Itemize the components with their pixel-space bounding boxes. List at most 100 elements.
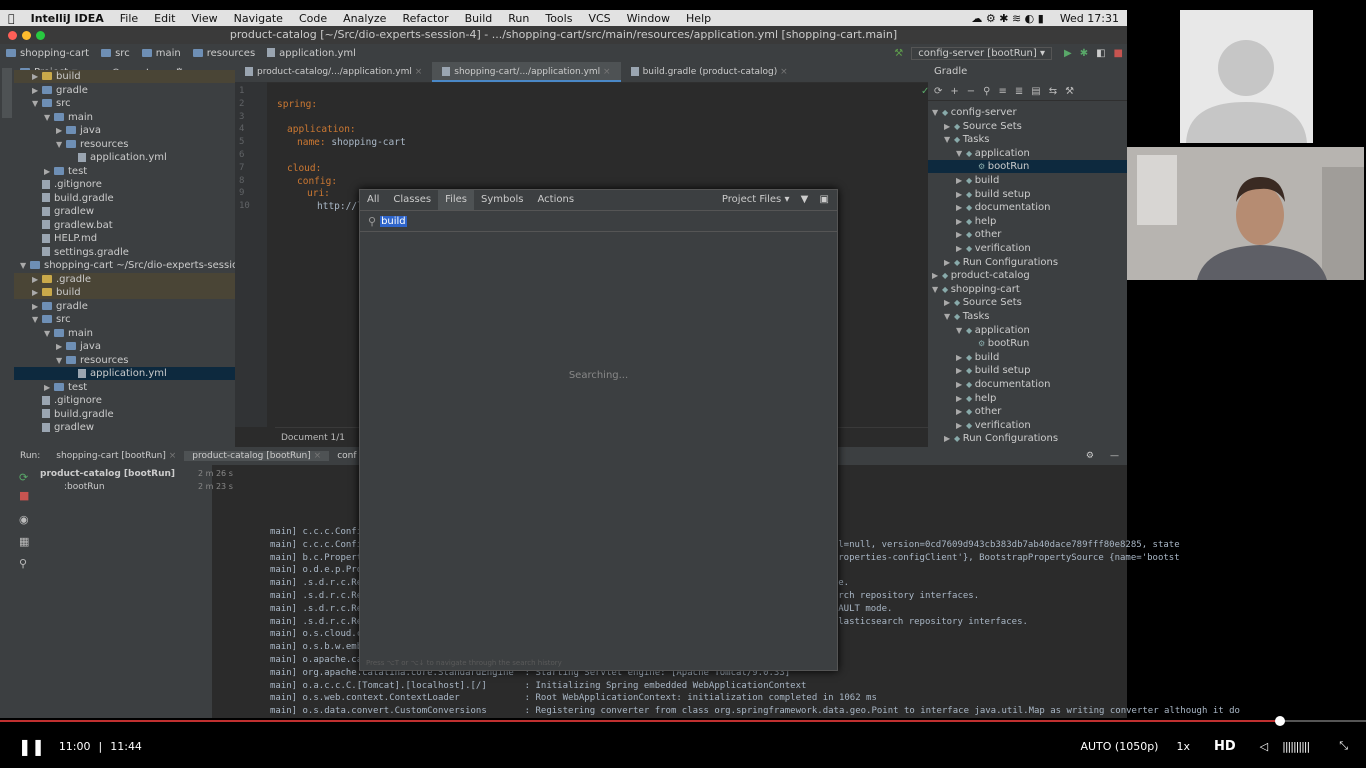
collapsed-arrow-icon[interactable]: ▶	[932, 269, 942, 282]
gradle-tree-item[interactable]: ⚙ bootRun	[928, 160, 1127, 174]
expanded-arrow-icon[interactable]: ▼	[944, 133, 954, 146]
collapsed-arrow-icon[interactable]: ▶	[956, 351, 966, 364]
collapsed-arrow-icon[interactable]: ▶	[32, 286, 42, 299]
menu-view[interactable]: View	[183, 12, 225, 25]
run-settings-gear-icon[interactable]: ⚙	[1078, 451, 1102, 461]
run-tree-item[interactable]: product-catalog [bootRun] 2 m 26 s	[40, 469, 233, 479]
search-tab-files[interactable]: Files	[438, 190, 475, 210]
collapsed-arrow-icon[interactable]: ▶	[956, 215, 966, 228]
add-icon[interactable]: +	[950, 86, 958, 97]
project-tree-item[interactable]: ▶ build	[14, 286, 235, 299]
run-pin-icon[interactable]: ⚲	[19, 557, 27, 570]
open-in-window-icon[interactable]: ▣	[820, 194, 829, 205]
collapsed-arrow-icon[interactable]: ▶	[944, 296, 954, 309]
expanded-arrow-icon[interactable]: ▼	[932, 106, 942, 119]
menu-code[interactable]: Code	[291, 12, 335, 25]
editor-tab[interactable]: product-catalog/.../application.yml ×	[235, 62, 432, 82]
collapsed-arrow-icon[interactable]: ▶	[956, 378, 966, 391]
breadcrumb-item[interactable]: src	[95, 48, 136, 59]
menu-help[interactable]: Help	[678, 12, 719, 25]
project-tool-button[interactable]	[2, 68, 12, 118]
collapsed-arrow-icon[interactable]: ▶	[956, 188, 966, 201]
collapsed-arrow-icon[interactable]: ▶	[944, 256, 954, 269]
menu-file[interactable]: File	[112, 12, 146, 25]
gradle-tree-item[interactable]: ▶ ◆ Source Sets	[928, 120, 1127, 133]
run-eye-icon[interactable]: ◉	[19, 513, 29, 526]
run-config-select[interactable]: config-server [bootRun] ▾	[911, 46, 1052, 60]
gradle-tree-item[interactable]: ▼ ◆ application	[928, 324, 1127, 337]
run-tab[interactable]: shopping-cart [bootRun] ×	[48, 451, 184, 461]
project-tree-item[interactable]: ▶ test	[14, 165, 235, 178]
collapsed-arrow-icon[interactable]: ▶	[32, 300, 42, 313]
project-tree-item[interactable]: ▶ java	[14, 340, 235, 353]
gradle-tree-item[interactable]: ▶ ◆ build setup	[928, 364, 1127, 377]
run-hide-icon[interactable]: —	[1102, 451, 1127, 461]
video-progress-bar[interactable]	[0, 716, 1366, 726]
close-tab-icon[interactable]: ×	[311, 451, 322, 461]
zoom-window-button[interactable]	[36, 31, 45, 40]
gradle-tree-item[interactable]: ▶ ◆ build	[928, 351, 1127, 364]
gradle-tree-item[interactable]: ▶ ◆ Run Configurations	[928, 256, 1127, 269]
close-window-button[interactable]	[8, 31, 17, 40]
gradle-tree-item[interactable]: ▼ ◆ application	[928, 147, 1127, 160]
project-tree-item[interactable]: .gitignore	[14, 394, 235, 407]
project-tree-item[interactable]: ▼ main	[14, 327, 235, 340]
gradle-tree-item[interactable]: ▼ ◆ config-server	[928, 106, 1127, 119]
menu-tools[interactable]: Tools	[537, 12, 580, 25]
collapsed-arrow-icon[interactable]: ▶	[956, 228, 966, 241]
app-menu[interactable]: IntelliJ IDEA	[23, 12, 112, 25]
project-tree-item[interactable]: gradlew	[14, 205, 235, 218]
minimize-window-button[interactable]	[22, 31, 31, 40]
rerun-icon[interactable]: ⟳	[19, 471, 28, 484]
expanded-arrow-icon[interactable]: ▼	[956, 147, 966, 160]
gradle-tree-item[interactable]: ▶ ◆ build	[928, 174, 1127, 187]
project-tree-item[interactable]: gradlew	[14, 421, 235, 434]
project-tree-item[interactable]: ▶ gradle	[14, 300, 235, 313]
close-tab-icon[interactable]: ×	[600, 67, 611, 77]
project-tree-item[interactable]: ▶ build	[14, 70, 235, 83]
search-input[interactable]: build	[380, 215, 407, 227]
expanded-arrow-icon[interactable]: ▼	[20, 259, 30, 272]
expanded-arrow-icon[interactable]: ▼	[44, 111, 54, 124]
collapsed-arrow-icon[interactable]: ▶	[956, 364, 966, 377]
gradle-tree-item[interactable]: ▶ ◆ other	[928, 228, 1127, 241]
collapsed-arrow-icon[interactable]: ▶	[944, 120, 954, 133]
collapsed-arrow-icon[interactable]: ▶	[956, 201, 966, 214]
search-scope-select[interactable]: Project Files ▾	[722, 194, 790, 205]
run-tree-item[interactable]: :bootRun 2 m 23 s	[64, 482, 233, 492]
expanded-arrow-icon[interactable]: ▼	[932, 283, 942, 296]
collapsed-arrow-icon[interactable]: ▶	[944, 432, 954, 445]
project-tree-item[interactable]: .gitignore	[14, 178, 235, 191]
collapse-all-icon[interactable]: ≣	[1015, 86, 1023, 97]
expanded-arrow-icon[interactable]: ▼	[56, 354, 66, 367]
video-scrub-handle[interactable]	[1274, 716, 1285, 726]
project-tree-item[interactable]: ▶ gradle	[14, 84, 235, 97]
menu-navigate[interactable]: Navigate	[226, 12, 291, 25]
collapsed-arrow-icon[interactable]: ▶	[32, 84, 42, 97]
close-tab-icon[interactable]: ×	[777, 67, 788, 77]
breadcrumb-item[interactable]: shopping-cart	[0, 48, 95, 59]
editor-tab[interactable]: build.gradle (product-catalog) ×	[621, 62, 798, 82]
close-tab-icon[interactable]: ×	[412, 67, 423, 77]
build-hammer-icon[interactable]: ⚒	[886, 48, 911, 59]
expanded-arrow-icon[interactable]: ▼	[944, 310, 954, 323]
settings-wrench-icon[interactable]: ⚒	[1065, 86, 1074, 97]
expand-all-icon[interactable]: ≡	[999, 86, 1007, 97]
gradle-tree-item[interactable]: ⚙ bootRun	[928, 337, 1127, 350]
collapsed-arrow-icon[interactable]: ▶	[56, 340, 66, 353]
gradle-tree-item[interactable]: ▼ ◆ Tasks	[928, 133, 1127, 146]
pause-icon[interactable]: ❚❚	[18, 737, 45, 756]
gradle-tree-item[interactable]: ▶ ◆ help	[928, 392, 1127, 405]
apple-icon[interactable]: 	[0, 12, 23, 25]
collapsed-arrow-icon[interactable]: ▶	[44, 165, 54, 178]
project-tree-item[interactable]: settings.gradle	[14, 246, 235, 259]
group-modules-icon[interactable]: ▤	[1031, 86, 1040, 97]
gradle-tree-item[interactable]: ▶ ◆ product-catalog	[928, 269, 1127, 282]
project-tree-item[interactable]: ▼ resources	[14, 354, 235, 367]
gradle-tree-item[interactable]: ▶ ◆ Run Configurations	[928, 432, 1127, 445]
expanded-arrow-icon[interactable]: ▼	[56, 138, 66, 151]
expanded-arrow-icon[interactable]: ▼	[32, 313, 42, 326]
gradle-tree-item[interactable]: ▼ ◆ Tasks	[928, 310, 1127, 323]
project-tree-item[interactable]: application.yml	[14, 367, 235, 380]
gradle-tree-item[interactable]: ▶ ◆ documentation	[928, 378, 1127, 391]
